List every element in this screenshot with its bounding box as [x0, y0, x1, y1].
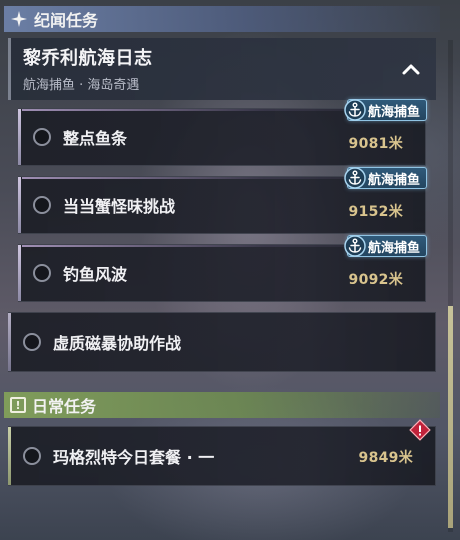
scrollbar-thumb[interactable]	[448, 306, 453, 528]
badge-label: 航海捕鱼	[367, 172, 420, 188]
quest-name: 整点鱼条	[63, 129, 128, 148]
chapter-card[interactable]: 黎乔利航海日志 航海捕鱼 · 海岛奇遇	[8, 38, 436, 100]
quest-distance: 9092米	[348, 272, 403, 288]
quest-name: 玛格烈特今日套餐 · 一	[53, 448, 215, 467]
quest-name: 当当蟹怪味挑战	[63, 197, 176, 216]
quest-track-radio[interactable]	[23, 333, 41, 351]
chapter-title: 黎乔利航海日志	[23, 48, 153, 69]
alert-diamond-icon	[409, 419, 431, 441]
chevron-up-icon	[402, 64, 420, 75]
story-section-title: 纪闻任务	[34, 11, 99, 30]
quest-track-radio[interactable]	[23, 447, 41, 465]
story-section-header: 纪闻任务	[4, 6, 440, 32]
sailing-fishing-badge: 航海捕鱼	[344, 167, 427, 189]
anchor-icon	[344, 167, 366, 189]
daily-section-title: 日常任务	[32, 397, 97, 416]
quest-track-radio[interactable]	[33, 196, 51, 214]
badge-label: 航海捕鱼	[367, 104, 420, 120]
quest-distance: 9849米	[358, 450, 413, 466]
sailing-fishing-badge: 航海捕鱼	[344, 99, 427, 121]
story-quest-item[interactable]: 钓鱼风波 航海捕鱼 9092米	[18, 235, 427, 302]
anchor-icon	[344, 235, 366, 257]
quest-name: 虚质磁暴协助作战	[53, 334, 182, 353]
quest-distance: 9152米	[348, 204, 403, 220]
standalone-quest-item[interactable]: 虚质磁暴协助作战	[8, 312, 436, 372]
daily-quest-item[interactable]: 玛格烈特今日套餐 · 一 9849米	[8, 419, 436, 486]
quest-distance: 9081米	[348, 136, 403, 152]
story-quest-item[interactable]: 整点鱼条 航海捕鱼 9081米	[18, 99, 427, 166]
quest-track-radio[interactable]	[33, 128, 51, 146]
daily-section-header: ! 日常任务	[4, 392, 440, 418]
story-quest-item[interactable]: 当当蟹怪味挑战 航海捕鱼 9152米	[18, 167, 427, 234]
chapter-subtitle: 航海捕鱼 · 海岛奇遇	[23, 78, 140, 93]
anchor-icon	[344, 99, 366, 121]
quest-name: 钓鱼风波	[63, 265, 128, 284]
badge-label: 航海捕鱼	[367, 240, 420, 256]
exclamation-box-icon: !	[10, 397, 26, 413]
collapse-button[interactable]	[400, 58, 422, 80]
sailing-fishing-badge: 航海捕鱼	[344, 235, 427, 257]
quest-track-radio[interactable]	[33, 264, 51, 282]
sparkle-icon	[10, 10, 28, 28]
